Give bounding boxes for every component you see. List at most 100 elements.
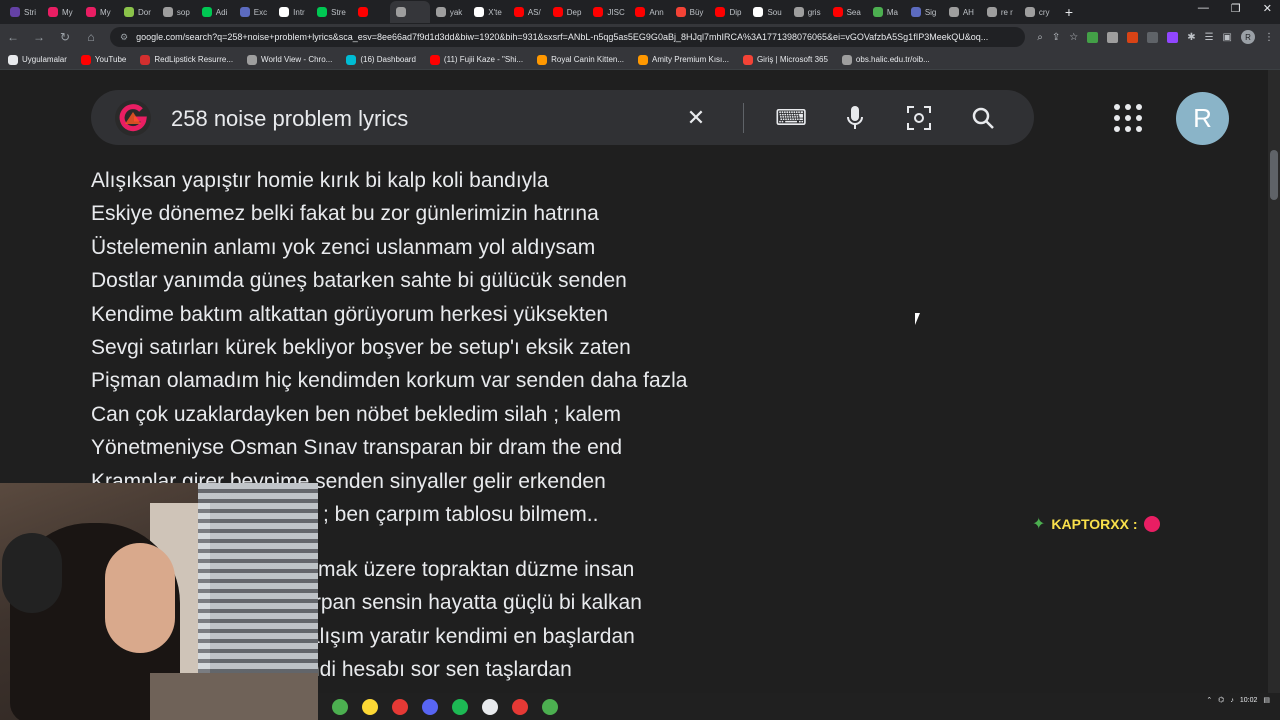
browser-tab[interactable]: Dep <box>547 1 588 23</box>
puzzle-icon[interactable]: ✱ <box>1187 32 1195 43</box>
browser-tab[interactable]: Sea <box>827 1 867 23</box>
clock[interactable]: 10:02 <box>1240 697 1258 704</box>
webcam-desk <box>150 673 318 720</box>
browser-tab[interactable]: Sou <box>747 1 787 23</box>
minimize-button[interactable]: — <box>1198 2 1209 15</box>
tab-label: AS/ <box>527 7 541 17</box>
ublock-extension-icon[interactable] <box>1127 31 1139 43</box>
chrome-icon[interactable] <box>332 698 348 715</box>
browser-tab[interactable] <box>389 1 430 23</box>
bookmark-item[interactable]: obs.halic.edu.tr/oib... <box>841 54 930 65</box>
search-icon[interactable] <box>966 102 1000 134</box>
bookmark-item[interactable]: Uygulamalar <box>8 54 67 65</box>
close-window-button[interactable]: ✕ <box>1263 2 1272 15</box>
browser-tab[interactable]: Sig <box>905 1 943 23</box>
new-tab-button[interactable]: + <box>1065 4 1073 20</box>
url-field[interactable]: ⚙ google.com/search?q=258+noise+problem+… <box>110 27 1026 47</box>
browser-tab[interactable]: Adi <box>196 1 234 23</box>
app-icon[interactable] <box>392 698 408 715</box>
bookmark-item[interactable]: RedLipstick Resurre... <box>140 54 233 65</box>
google-logo-icon[interactable] <box>113 98 153 138</box>
browser-tab[interactable]: Ma <box>867 1 905 23</box>
tab-label: Sig <box>924 7 937 17</box>
chat-username: KAPTORXX : <box>1051 516 1138 532</box>
bookmark-star-icon[interactable]: ☆ <box>1069 32 1078 43</box>
tab-label: cry <box>1038 7 1050 17</box>
browser-tab[interactable]: re r <box>981 1 1019 23</box>
emote-icon <box>1143 516 1160 532</box>
extension-icon[interactable] <box>1107 31 1119 43</box>
adblock-extension-icon[interactable] <box>1087 31 1099 43</box>
browser-tab[interactable]: AH <box>943 1 981 23</box>
back-icon[interactable]: ← <box>6 30 20 44</box>
browser-tab[interactable]: gris <box>788 1 827 23</box>
microphone-icon[interactable] <box>838 102 872 134</box>
browser-tab[interactable]: sop <box>157 1 196 23</box>
keyboard-icon[interactable]: ⌨ <box>774 102 808 134</box>
menu-kebab-icon[interactable]: ⋮ <box>1264 32 1274 43</box>
reading-list-icon[interactable]: ☰ <box>1205 32 1214 43</box>
browser-tab[interactable]: Stre <box>311 1 352 23</box>
search-bar[interactable]: 258 noise problem lyrics ✕ ⌨ <box>91 90 1034 145</box>
network-icon[interactable]: ⌬ <box>1218 696 1224 704</box>
tab-favicon-icon <box>279 7 290 17</box>
browser-tab[interactable]: X'te <box>468 1 508 23</box>
browser-tab[interactable]: cry <box>1019 1 1057 23</box>
browser-tab[interactable]: JISC <box>587 1 629 23</box>
bookmark-item[interactable]: (11) Fujii Kaze - "Shi... <box>429 54 523 65</box>
forward-icon[interactable]: → <box>32 30 46 44</box>
zoom-icon[interactable]: ⌕ <box>1037 32 1043 43</box>
apps-grid-icon[interactable] <box>1114 104 1142 132</box>
site-info-icon[interactable]: ⚙ <box>120 32 128 43</box>
browser-tab[interactable] <box>352 1 390 23</box>
tab-label: AH <box>962 7 974 17</box>
obs-icon[interactable] <box>512 698 528 715</box>
browser-tab[interactable]: Intr <box>273 1 311 23</box>
browser-tab[interactable]: AS/ <box>508 1 547 23</box>
tab-favicon-icon <box>1024 7 1035 17</box>
discord-icon[interactable] <box>422 698 438 715</box>
browser-tab[interactable]: Dor <box>118 1 157 23</box>
bookmark-item[interactable]: Giriş | Microsoft 365 <box>742 54 828 65</box>
reload-icon[interactable]: ↻ <box>58 30 72 44</box>
browser-tab[interactable]: Stri <box>4 1 42 23</box>
restore-button[interactable]: ❐ <box>1231 2 1241 15</box>
bookmark-favicon-icon <box>537 54 548 65</box>
spotify-icon[interactable] <box>452 698 468 715</box>
bookmark-item[interactable]: (16) Dashboard <box>346 54 416 65</box>
sidebar-icon[interactable]: ▣ <box>1223 32 1232 43</box>
lyric-line: Pişman olamadım hiç kendimden korkum var… <box>91 369 688 393</box>
share-icon[interactable]: ⇪ <box>1052 32 1060 43</box>
volume-icon[interactable]: ♪ <box>1230 697 1234 704</box>
bookmark-item[interactable]: World View - Chro... <box>247 54 332 65</box>
tray-chevron-icon[interactable]: ⌃ <box>1206 696 1212 704</box>
files-icon[interactable] <box>362 698 378 715</box>
bookmark-item[interactable]: Amity Premium Kısı... <box>638 54 729 65</box>
browser-tab[interactable]: My <box>42 1 80 23</box>
twitch-extension-icon[interactable] <box>1167 31 1179 43</box>
extension-icon[interactable] <box>1147 31 1159 43</box>
tab-label: Ann <box>649 7 664 17</box>
profile-avatar-small[interactable]: R <box>1241 30 1255 44</box>
steam-icon[interactable] <box>482 698 498 715</box>
home-icon[interactable]: ⌂ <box>84 30 98 44</box>
scroll-thumb[interactable] <box>1270 150 1278 200</box>
browser-tab[interactable]: Ann <box>629 1 669 23</box>
browser-tab[interactable]: My <box>80 1 118 23</box>
chrome-alt-icon[interactable] <box>542 698 558 715</box>
bookmark-favicon-icon <box>638 54 649 65</box>
url-text: google.com/search?q=258+noise+problem+ly… <box>136 32 989 42</box>
clear-icon[interactable]: ✕ <box>679 102 713 134</box>
search-query[interactable]: 258 noise problem lyrics <box>171 106 408 132</box>
bookmark-item[interactable]: Royal Canin Kitten... <box>537 54 624 65</box>
browser-tab[interactable]: Dip <box>709 1 747 23</box>
notifications-icon[interactable]: ▤ <box>1263 696 1270 704</box>
browser-tab[interactable]: Büy <box>670 1 710 23</box>
account-avatar[interactable]: R <box>1176 92 1229 145</box>
bookmark-item[interactable]: YouTube <box>80 54 126 65</box>
browser-tab[interactable]: yak <box>430 1 468 23</box>
camera-lens-icon[interactable] <box>902 102 936 134</box>
tab-label: Sea <box>846 7 861 17</box>
scrollbar[interactable] <box>1268 70 1280 720</box>
browser-tab[interactable]: Exc <box>234 1 273 23</box>
